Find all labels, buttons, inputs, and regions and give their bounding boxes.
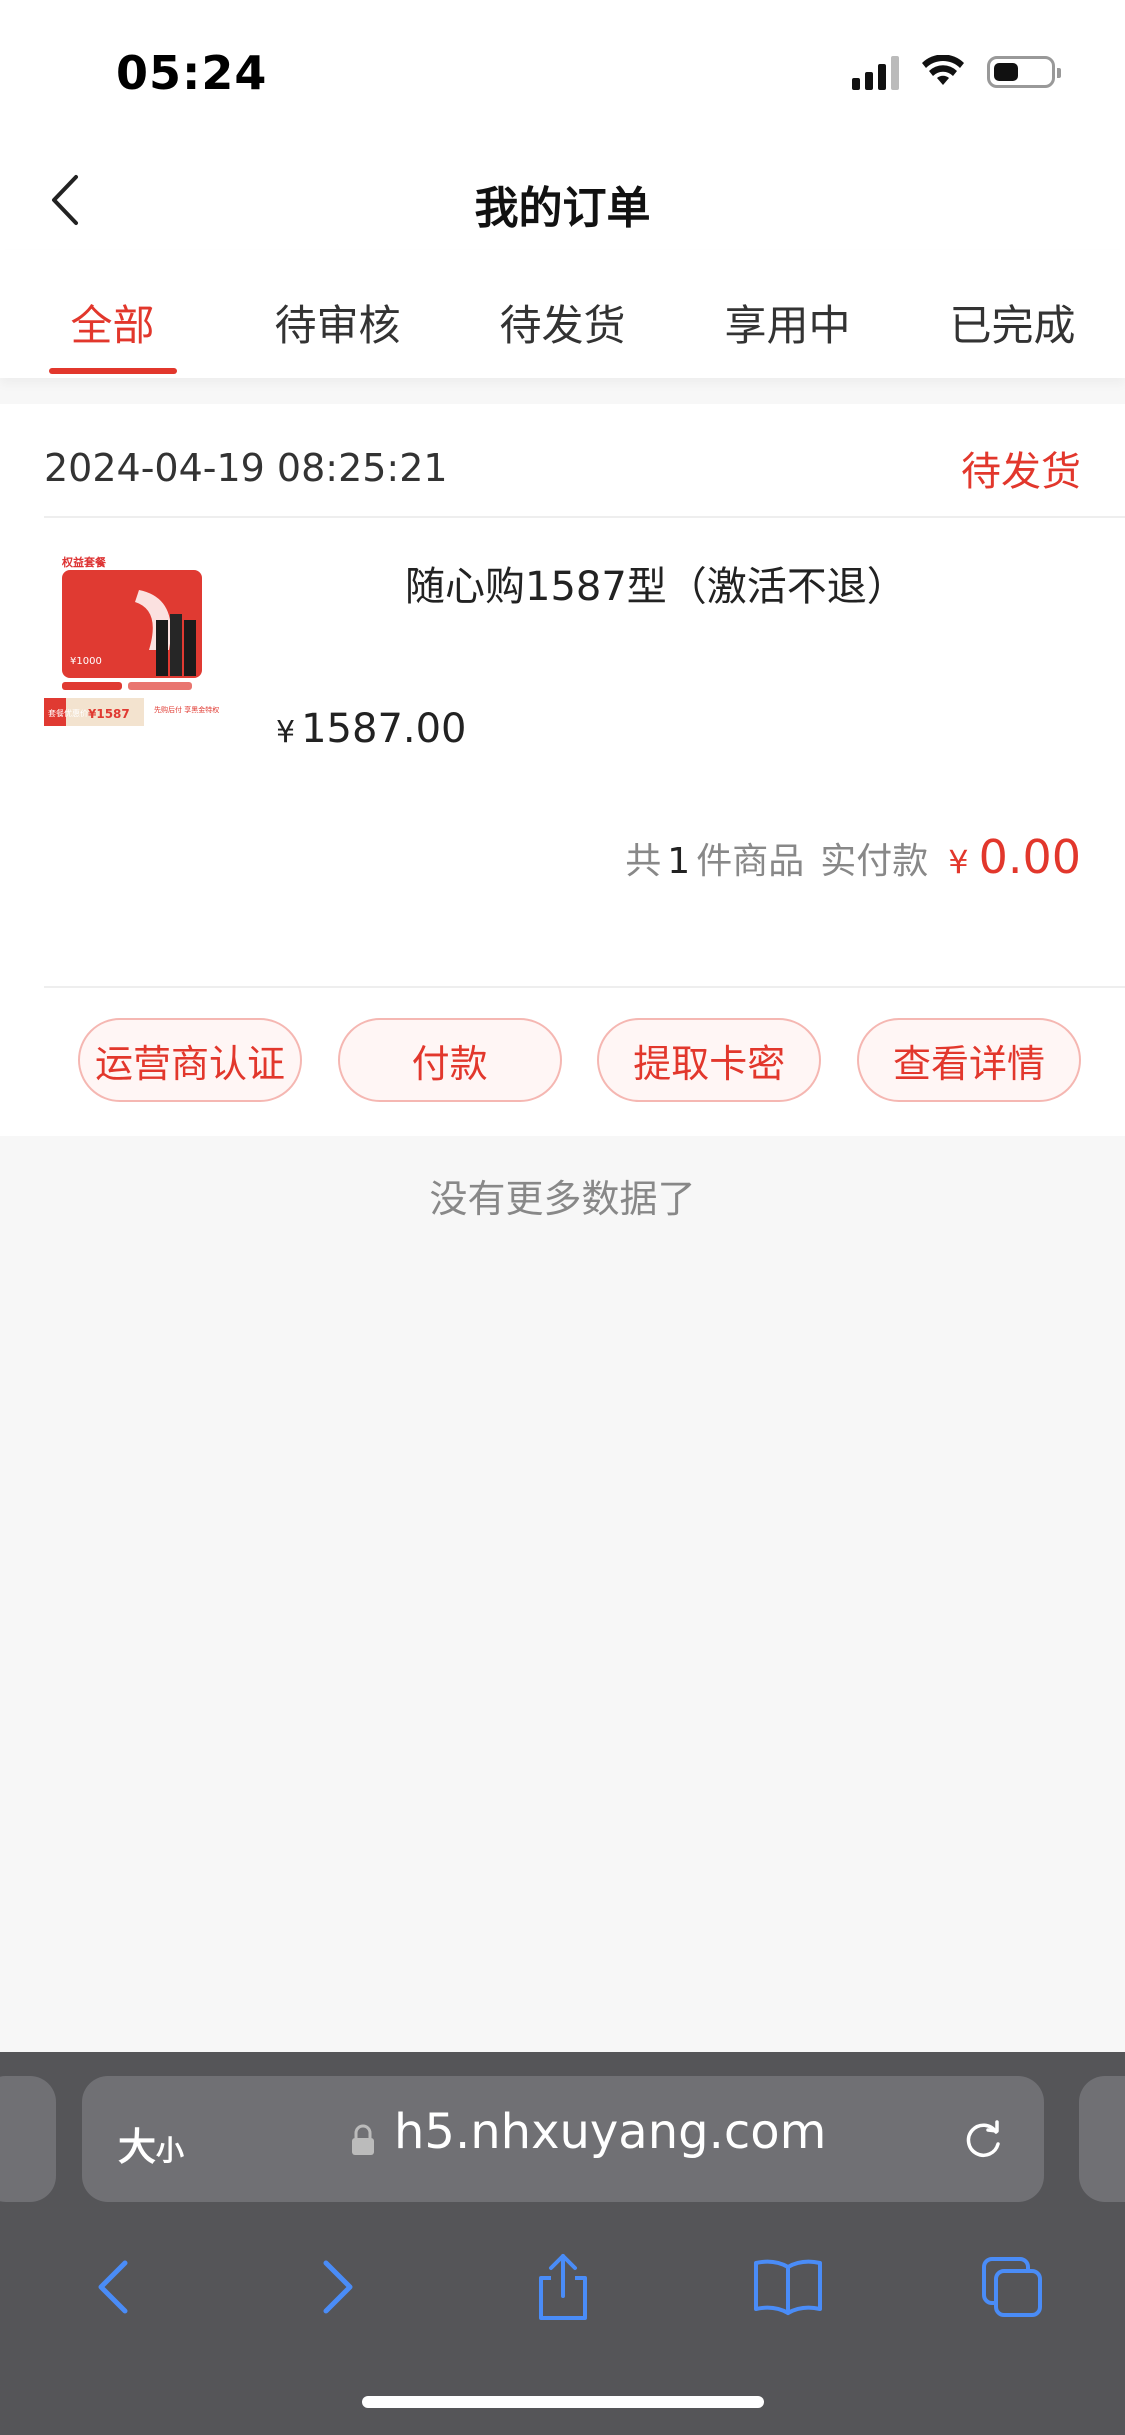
divider — [44, 516, 1125, 518]
browser-bottom-bar: 大小 h5.nhxuyang.com — [0, 2052, 1125, 2435]
order-card[interactable]: 2024-04-19 08:25:21 待发货 权益套餐 ¥1000 套餐优惠价… — [0, 404, 1125, 1136]
svg-text:¥1000: ¥1000 — [70, 656, 102, 667]
tab-pending-review[interactable]: 待审核 — [225, 250, 450, 378]
reload-icon[interactable] — [958, 2114, 1008, 2164]
paid-label: 实付款 — [820, 841, 929, 882]
home-indicator — [362, 2396, 764, 2408]
product-name[interactable]: 随心购1587型（激活不退） — [405, 554, 907, 612]
product-card-illustration: 权益套餐 ¥1000 套餐优惠价 ¥1587 先购后付 享黑金特权 — [44, 550, 226, 730]
browser-forward-button[interactable] — [293, 2242, 383, 2332]
battery-icon — [987, 56, 1061, 88]
tab-in-use[interactable]: 享用中 — [675, 250, 900, 378]
next-tab-stub[interactable] — [1079, 2076, 1125, 2202]
divider — [44, 986, 1125, 988]
order-actions: 运营商认证 付款 提取卡密 查看详情 — [78, 1018, 1081, 1102]
tab-all[interactable]: 全部 — [0, 250, 225, 378]
lock-icon — [352, 2124, 374, 2155]
summary-suffix: 件商品 — [696, 841, 805, 882]
cellular-signal-icon — [852, 54, 899, 90]
bookmarks-button[interactable] — [743, 2242, 833, 2332]
battery-level — [994, 63, 1019, 81]
paid-amount: 0.00 — [978, 830, 1081, 884]
wifi-icon — [922, 55, 964, 85]
svg-text:¥1587: ¥1587 — [88, 707, 130, 721]
extract-card-code-button[interactable]: 提取卡密 — [597, 1018, 822, 1102]
text-size-button[interactable]: 大小 — [118, 2116, 184, 2171]
pay-button[interactable]: 付款 — [337, 1018, 562, 1102]
product-price-value: 1587.00 — [301, 706, 467, 752]
nav-bar: 我的订单 — [0, 150, 1125, 250]
share-icon — [538, 2254, 587, 2320]
browser-toolbar — [0, 2232, 1125, 2342]
svg-text:套餐优惠价: 套餐优惠价 — [48, 708, 88, 718]
currency-symbol: ¥ — [276, 715, 296, 750]
product-price: ¥1587.00 — [276, 706, 467, 752]
svg-text:先购后付 享黑金特权: 先购后付 享黑金特权 — [154, 705, 219, 714]
chevron-right-icon — [323, 2260, 352, 2314]
status-time: 05:24 — [116, 46, 268, 100]
svg-text:权益套餐: 权益套餐 — [61, 555, 107, 569]
book-icon — [753, 2259, 822, 2315]
item-count: 1 — [667, 841, 691, 882]
address-bar[interactable]: 大小 h5.nhxuyang.com — [82, 2076, 1044, 2202]
list-end-text: 没有更多数据了 — [429, 1177, 696, 1221]
order-tabs: 全部 待审核 待发货 享用中 已完成 — [0, 250, 1125, 378]
view-details-button[interactable]: 查看详情 — [856, 1018, 1081, 1102]
carrier-verification-button[interactable]: 运营商认证 — [78, 1018, 302, 1102]
share-button[interactable] — [518, 2242, 608, 2332]
paid-currency: ¥ — [948, 843, 969, 881]
tabs-icon — [981, 2257, 1042, 2317]
summary-prefix: 共 — [625, 841, 662, 882]
tab-completed[interactable]: 已完成 — [900, 250, 1125, 378]
previous-tab-stub[interactable] — [0, 2076, 56, 2202]
page-title: 我的订单 — [474, 183, 651, 234]
browser-back-button[interactable] — [68, 2242, 158, 2332]
product-image[interactable]: 权益套餐 ¥1000 套餐优惠价 ¥1587 先购后付 享黑金特权 — [44, 550, 226, 730]
order-header: 2024-04-19 08:25:21 待发货 — [44, 438, 1081, 498]
url-text[interactable]: h5.nhxuyang.com — [394, 2104, 826, 2160]
order-status: 待发货 — [961, 449, 1081, 495]
status-bar: 05:24 — [0, 0, 1125, 150]
status-icons — [852, 52, 1061, 92]
tabs-button[interactable] — [968, 2242, 1058, 2332]
order-summary: 共 1 件商品 实付款 ¥0.00 — [625, 830, 1081, 884]
chevron-left-icon — [98, 2260, 127, 2314]
order-date: 2024-04-19 08:25:21 — [44, 446, 448, 490]
tab-pending-shipment[interactable]: 待发货 — [450, 250, 675, 378]
